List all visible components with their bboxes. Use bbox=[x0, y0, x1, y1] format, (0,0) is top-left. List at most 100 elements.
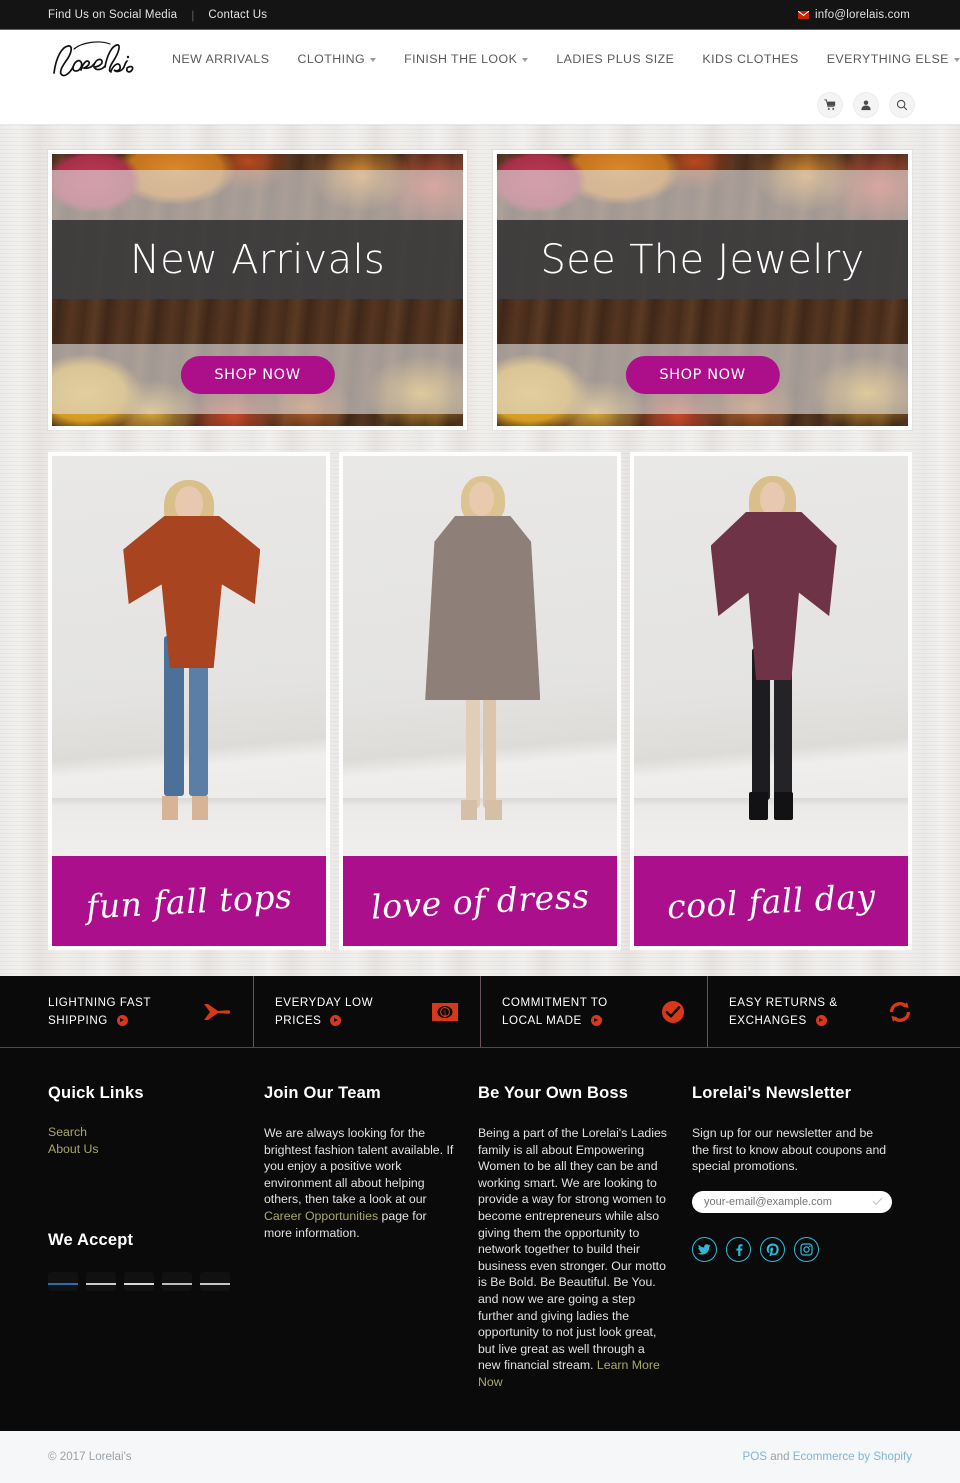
nav-label: FINISH THE LOOK bbox=[404, 52, 518, 66]
category-label-banner: cool fall day bbox=[634, 856, 908, 946]
model-left-leg bbox=[466, 688, 480, 808]
nav-label: EVERYTHING ELSE bbox=[826, 52, 949, 66]
email-link[interactable]: info@lorelais.com bbox=[815, 9, 910, 21]
main-navigation: NEW ARRIVALS CLOTHING FINISH THE LOOK LA… bbox=[158, 52, 960, 66]
account-icon[interactable] bbox=[853, 92, 879, 118]
main-content-area: New Arrivals SHOP NOW See The Jewelry SH… bbox=[0, 125, 960, 976]
model-head bbox=[760, 482, 785, 516]
cart-icon[interactable] bbox=[817, 92, 843, 118]
model-garment bbox=[710, 512, 837, 680]
feature-line1: LIGHTNING FAST bbox=[48, 995, 152, 1009]
category-label: fun fall tops bbox=[84, 876, 294, 926]
footer-heading-quick-links: Quick Links bbox=[48, 1084, 144, 1102]
studio-floor bbox=[52, 798, 326, 856]
features-bar: LIGHTNING FAST SHIPPING EVERYDAY LOW PRI… bbox=[0, 976, 960, 1048]
contact-us-link[interactable]: Contact Us bbox=[208, 9, 267, 21]
feature-commitment-to-local-made[interactable]: COMMITMENT TO LOCAL MADE bbox=[480, 976, 707, 1047]
join-our-team-body: We are always looking for the brightest … bbox=[264, 1125, 456, 1241]
category-photo bbox=[634, 456, 908, 856]
chevron-down-icon bbox=[370, 58, 377, 62]
copyright-text: © 2017 Lorelai's bbox=[48, 1450, 132, 1463]
topbar-divider: | bbox=[191, 7, 195, 22]
model-right-shoe bbox=[191, 796, 209, 820]
category-card-fun-fall-tops[interactable]: fun fall tops bbox=[48, 452, 330, 950]
category-label-banner: fun fall tops bbox=[52, 856, 326, 946]
category-photo bbox=[343, 456, 617, 856]
feature-everyday-low-prices[interactable]: EVERYDAY LOW PRICES 1 bbox=[253, 976, 480, 1047]
feature-text: COMMITMENT TO LOCAL MADE bbox=[502, 994, 608, 1030]
newsletter-form bbox=[691, 1190, 892, 1213]
shop-now-button[interactable]: SHOP NOW bbox=[180, 356, 335, 394]
feature-text: EASY RETURNS & EXCHANGES bbox=[729, 994, 838, 1030]
join-team-text-before: We are always looking for the brightest … bbox=[263, 1126, 454, 1207]
feature-line2: EXCHANGES bbox=[729, 1013, 807, 1027]
nav-item-kids-clothes[interactable]: KIDS CLOTHES bbox=[688, 52, 812, 66]
model-garment bbox=[123, 516, 261, 668]
category-card-cool-fall-day[interactable]: cool fall day bbox=[630, 452, 912, 950]
site-logo[interactable] bbox=[48, 37, 140, 83]
social-media-link[interactable]: Find Us on Social Media bbox=[48, 9, 177, 21]
feature-lightning-fast-shipping[interactable]: LIGHTNING FAST SHIPPING bbox=[26, 976, 253, 1047]
nav-item-new-arrivals[interactable]: NEW ARRIVALS bbox=[158, 52, 283, 66]
model-garment bbox=[425, 516, 541, 700]
feature-line2: PRICES bbox=[275, 1013, 322, 1027]
be-your-own-boss-body: Being a part of the Lorelai's Ladies fam… bbox=[478, 1125, 670, 1391]
category-card-love-of-dress[interactable]: love of dress bbox=[339, 452, 621, 950]
topbar-email-group[interactable]: info@lorelais.com bbox=[798, 9, 940, 21]
category-photo bbox=[52, 456, 326, 856]
airplane-icon bbox=[201, 1001, 231, 1023]
model-left-shoe bbox=[460, 800, 478, 820]
promo-banner-row: New Arrivals SHOP NOW See The Jewelry SH… bbox=[48, 150, 912, 430]
feature-easy-returns-exchanges[interactable]: EASY RETURNS & EXCHANGES bbox=[707, 976, 934, 1047]
footer-column-quick-links: Quick Links Search About Us We Accept bbox=[48, 1084, 264, 1391]
own-boss-text: Being a part of the Lorelai's Ladies fam… bbox=[477, 1126, 667, 1373]
arrow-circle-icon bbox=[815, 1014, 827, 1026]
footer-heading-be-your-own-boss: Be Your Own Boss bbox=[477, 1084, 629, 1102]
promo-overlay-top bbox=[52, 170, 463, 220]
footer-heading-newsletter: Lorelai's Newsletter bbox=[691, 1084, 852, 1102]
footer-link-about-us[interactable]: About Us bbox=[48, 1142, 242, 1158]
pinterest-icon[interactable] bbox=[759, 1236, 785, 1262]
visa-card-icon bbox=[200, 1272, 230, 1291]
twitter-icon[interactable] bbox=[691, 1236, 717, 1262]
site-header: NEW ARRIVALS CLOTHING FINISH THE LOOK LA… bbox=[0, 30, 960, 125]
pos-link[interactable]: POS bbox=[743, 1450, 767, 1463]
nav-item-ladies-plus-size[interactable]: LADIES PLUS SIZE bbox=[542, 52, 688, 66]
nav-item-clothing[interactable]: CLOTHING bbox=[283, 52, 390, 66]
shopify-link[interactable]: Ecommerce by Shopify bbox=[793, 1450, 912, 1463]
instagram-icon[interactable] bbox=[793, 1236, 819, 1262]
career-opportunities-link[interactable]: Career Opportunities bbox=[264, 1209, 378, 1223]
chevron-down-icon bbox=[953, 58, 960, 62]
footer-link-search[interactable]: Search bbox=[48, 1125, 242, 1141]
newsletter-email-input[interactable] bbox=[691, 1190, 892, 1213]
newsletter-description: Sign up for our newsletter and be the fi… bbox=[691, 1126, 887, 1174]
promo-title: New Arrivals bbox=[129, 236, 386, 283]
payment-methods-row bbox=[48, 1272, 242, 1291]
studio-floor bbox=[634, 798, 908, 856]
model-left-shoe bbox=[161, 796, 179, 820]
amex-card-icon bbox=[48, 1272, 78, 1291]
facebook-icon[interactable] bbox=[725, 1236, 751, 1262]
footer-column-newsletter: Lorelai's Newsletter Sign up for our new… bbox=[691, 1084, 912, 1391]
checkmark-icon[interactable] bbox=[872, 1196, 883, 1207]
feature-line1: EVERYDAY LOW bbox=[275, 995, 374, 1009]
model-right-leg bbox=[482, 688, 497, 808]
mastercard-card-icon bbox=[124, 1272, 154, 1291]
footer-heading-we-accept: We Accept bbox=[48, 1231, 134, 1249]
svg-text:1: 1 bbox=[443, 1009, 447, 1017]
feature-text: LIGHTNING FAST SHIPPING bbox=[48, 994, 151, 1030]
nav-item-everything-else[interactable]: EVERYTHING ELSE bbox=[813, 52, 960, 66]
arrow-circle-icon bbox=[330, 1014, 342, 1026]
promo-banner-new-arrivals[interactable]: New Arrivals SHOP NOW bbox=[48, 150, 467, 430]
discover-card-icon bbox=[86, 1272, 116, 1291]
feature-text: EVERYDAY LOW PRICES bbox=[275, 994, 373, 1030]
feature-line2: SHIPPING bbox=[48, 1013, 108, 1027]
model-left-boot bbox=[749, 792, 769, 820]
search-icon[interactable] bbox=[889, 92, 915, 118]
shop-now-button[interactable]: SHOP NOW bbox=[625, 356, 780, 394]
nav-label: CLOTHING bbox=[297, 52, 366, 66]
nav-item-finish-the-look[interactable]: FINISH THE LOOK bbox=[390, 52, 542, 66]
model-right-shoe bbox=[485, 800, 502, 820]
promo-title-band: New Arrivals bbox=[52, 220, 463, 299]
promo-banner-jewelry[interactable]: See The Jewelry SHOP NOW bbox=[493, 150, 912, 430]
